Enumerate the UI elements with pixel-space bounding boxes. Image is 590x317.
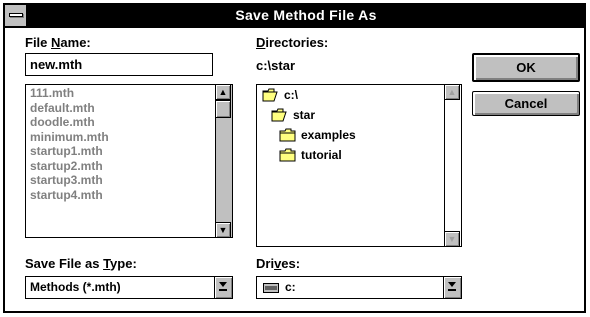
save-type-label: Save File as Type: <box>25 256 137 271</box>
drives-select[interactable]: c: <box>256 276 462 299</box>
directory-item-label: c:\ <box>284 88 299 102</box>
up-arrow-icon[interactable]: ▲ <box>215 85 231 100</box>
file-list-item[interactable]: minimum.mth <box>28 130 214 145</box>
up-arrow-icon[interactable]: ▲ <box>444 85 460 100</box>
file-list-item[interactable]: startup4.mth <box>28 188 214 203</box>
cancel-button[interactable]: Cancel <box>472 91 580 116</box>
window-title: Save Method File As <box>235 7 377 23</box>
save-type-select[interactable]: Methods (*.mth) <box>25 276 233 299</box>
directory-item-label: examples <box>301 128 356 142</box>
file-list-item[interactable]: 111.mth <box>28 86 214 101</box>
file-list-item[interactable]: startup3.mth <box>28 173 214 188</box>
chevron-down-icon[interactable] <box>214 277 232 298</box>
ok-button[interactable]: OK <box>472 53 580 82</box>
file-list-scrollbar[interactable]: ▲ ▼ <box>215 85 232 237</box>
chevron-down-icon[interactable] <box>443 277 461 298</box>
down-arrow-icon[interactable]: ▼ <box>444 231 460 246</box>
directory-item-label: star <box>293 108 316 122</box>
file-list[interactable]: 111.mth default.mth doodle.mth minimum.mth s… <box>25 84 233 238</box>
save-type-value: Methods (*.mth) <box>30 280 121 294</box>
directory-list-scrollbar[interactable]: ▲ ▼ <box>444 85 461 246</box>
open-folder-icon <box>262 88 278 102</box>
file-list-item[interactable]: startup1.mth <box>28 144 214 159</box>
file-name-label: File Name: <box>25 35 91 50</box>
drives-value: c: <box>285 280 296 294</box>
title-bar[interactable]: Save Method File As <box>5 5 584 28</box>
scroll-thumb[interactable] <box>215 100 231 118</box>
down-arrow-icon[interactable]: ▼ <box>215 222 231 237</box>
directory-item-label: tutorial <box>301 148 342 162</box>
file-list-item[interactable]: default.mth <box>28 101 214 116</box>
open-folder-icon <box>271 108 287 122</box>
hard-drive-icon <box>263 283 279 293</box>
file-name-input[interactable]: new.mth <box>25 53 213 76</box>
current-directory: c:\star <box>256 58 296 73</box>
system-menu-icon[interactable] <box>5 5 28 26</box>
folder-icon <box>279 128 296 142</box>
file-list-item[interactable]: doodle.mth <box>28 115 214 130</box>
directory-list[interactable]: c:\ star examples tutorial ▲ ▼ <box>256 84 462 247</box>
save-method-dialog: Save Method File As File Name: new.mth 1… <box>3 3 586 313</box>
drives-label: Drives: <box>256 256 301 271</box>
file-list-item[interactable]: startup2.mth <box>28 159 214 174</box>
directories-label: Directories: <box>256 35 329 50</box>
folder-icon <box>279 148 296 162</box>
